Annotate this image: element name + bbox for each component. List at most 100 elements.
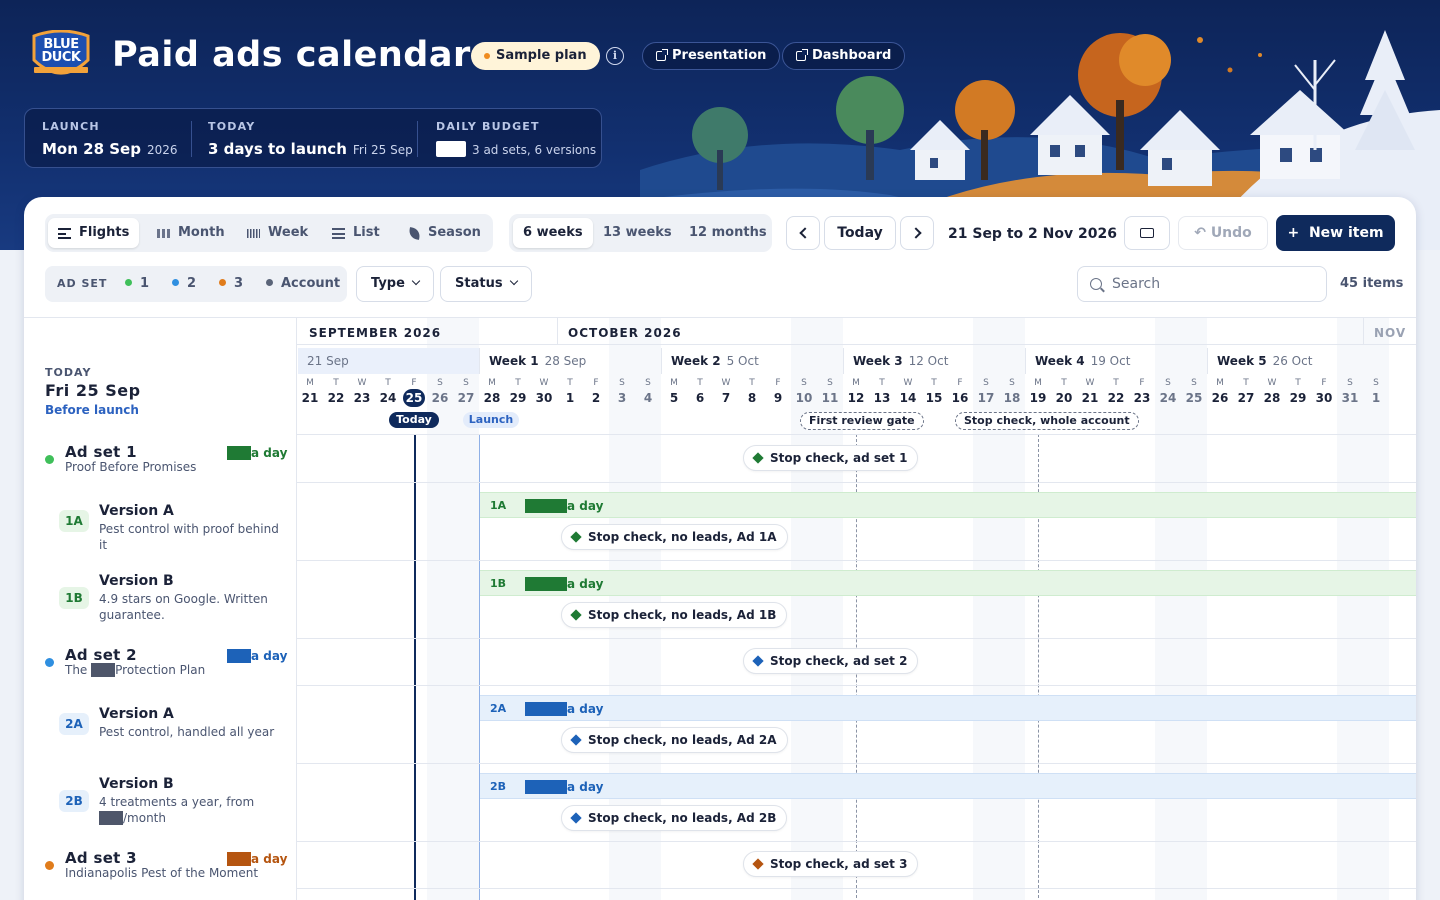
- day-number[interactable]: 26: [1207, 390, 1233, 406]
- day-number[interactable]: 7: [713, 390, 739, 406]
- flight-bar-1a[interactable]: 1A a day: [480, 492, 1416, 518]
- view-month-button[interactable]: Month: [147, 218, 235, 248]
- day-number[interactable]: 16: [947, 390, 973, 406]
- budget-suffix: a day: [251, 852, 288, 866]
- day-number[interactable]: 6: [687, 390, 713, 406]
- day-number[interactable]: 25: [1181, 390, 1207, 406]
- dashboard-button[interactable]: Dashboard: [782, 42, 906, 70]
- version-row-1a[interactable]: 1A Version A Pest control with proof beh…: [24, 482, 297, 560]
- milestone-stop-check-adset-2[interactable]: Stop check, ad set 2: [743, 648, 919, 674]
- presentation-button[interactable]: Presentation: [642, 42, 781, 70]
- day-number[interactable]: 30: [531, 390, 557, 406]
- milestone-stop-check-1a[interactable]: Stop check, no leads, Ad 1A: [561, 524, 788, 550]
- day-number[interactable]: 4: [635, 390, 661, 406]
- milestone-stop-check-adset-1[interactable]: Stop check, ad set 1: [743, 445, 919, 471]
- info-icon[interactable]: i: [606, 47, 624, 65]
- week-label[interactable]: Week 4 19 Oct: [1035, 353, 1130, 369]
- undo-button[interactable]: ↶ Undo: [1178, 216, 1268, 250]
- day-number[interactable]: 8: [739, 390, 765, 406]
- new-item-button[interactable]: + New item: [1276, 215, 1395, 251]
- external-link-icon: [796, 49, 808, 61]
- day-number[interactable]: 23: [1129, 390, 1155, 406]
- adset-row-3[interactable]: Ad set 3 Indianapolis Pest of the Moment…: [24, 841, 297, 888]
- week-divider: [661, 348, 662, 374]
- milestone-stop-check-1b[interactable]: Stop check, no leads, Ad 1B: [561, 602, 788, 628]
- view-season-button[interactable]: Season: [399, 218, 491, 248]
- day-number[interactable]: 14: [895, 390, 921, 406]
- range-13-weeks-button[interactable]: 13 weeks: [593, 218, 682, 248]
- day-number[interactable]: 21: [297, 390, 323, 406]
- version-row-2b[interactable]: 2B Version B 4 treatments a year, from/m…: [24, 763, 297, 841]
- day-number[interactable]: 29: [1285, 390, 1311, 406]
- version-row-2a[interactable]: 2A Version A Pest control, handled all y…: [24, 685, 297, 763]
- day-number[interactable]: 20: [1051, 390, 1077, 406]
- day-number[interactable]: 9: [765, 390, 791, 406]
- day-number[interactable]: 17: [973, 390, 999, 406]
- day-number[interactable]: 1: [1363, 390, 1389, 406]
- day-number[interactable]: 13: [869, 390, 895, 406]
- day-number[interactable]: 23: [349, 390, 375, 406]
- day-number[interactable]: 27: [1233, 390, 1259, 406]
- filter-set-1[interactable]: 1: [125, 266, 149, 302]
- week-label[interactable]: Week 5 26 Oct: [1217, 353, 1312, 369]
- filter-account[interactable]: Account: [266, 266, 340, 302]
- item-count: 45 items: [1340, 276, 1404, 291]
- day-number[interactable]: 21: [1077, 390, 1103, 406]
- range-6-weeks-button[interactable]: 6 weeks: [513, 218, 593, 248]
- day-number[interactable]: 22: [1103, 390, 1129, 406]
- view-flights-button[interactable]: Flights: [48, 218, 140, 248]
- day-number[interactable]: 3: [609, 390, 635, 406]
- milestone-stop-check-2a[interactable]: Stop check, no leads, Ad 2A: [561, 727, 788, 753]
- day-number[interactable]: 25: [401, 390, 427, 406]
- flight-bar-2b[interactable]: 2B a day: [480, 773, 1416, 799]
- range-12-months-button[interactable]: 12 months: [679, 218, 777, 248]
- version-row-1b[interactable]: 1B Version B 4.9 stars on Google. Writte…: [24, 560, 297, 638]
- view-week-button[interactable]: Week: [237, 218, 318, 248]
- milestone-stop-check-2b[interactable]: Stop check, no leads, Ad 2B: [561, 805, 788, 831]
- day-number[interactable]: 24: [375, 390, 401, 406]
- day-number[interactable]: 19: [1025, 390, 1051, 406]
- week-label[interactable]: Week 1 28 Sep: [489, 353, 586, 369]
- day-number[interactable]: 24: [1155, 390, 1181, 406]
- day-number[interactable]: 11: [817, 390, 843, 406]
- previous-button[interactable]: [786, 216, 820, 250]
- day-number[interactable]: 12: [843, 390, 869, 406]
- filter-set-3[interactable]: 3: [219, 266, 243, 302]
- view-list-button[interactable]: List: [322, 218, 390, 248]
- week-divider: [1025, 348, 1026, 374]
- milestone-stop-check-adset-3[interactable]: Stop check, ad set 3: [743, 851, 919, 877]
- day-number[interactable]: 15: [921, 390, 947, 406]
- day-number[interactable]: 28: [1259, 390, 1285, 406]
- diamond-icon: [752, 452, 764, 464]
- day-number[interactable]: 30: [1311, 390, 1337, 406]
- adset-row-2[interactable]: Ad set 2 The Protection Plan a day: [24, 638, 297, 685]
- first-review-gate-tag[interactable]: First review gate: [800, 412, 924, 430]
- filter-set-2[interactable]: 2: [172, 266, 196, 302]
- day-number[interactable]: 2: [583, 390, 609, 406]
- whole-account-stop-check-tag[interactable]: Stop check, whole account: [955, 412, 1139, 430]
- day-number[interactable]: 5: [661, 390, 687, 406]
- day-number[interactable]: 10: [791, 390, 817, 406]
- day-number[interactable]: 22: [323, 390, 349, 406]
- day-number[interactable]: 26: [427, 390, 453, 406]
- search-input[interactable]: [1112, 267, 1317, 301]
- day-number[interactable]: 31: [1337, 390, 1363, 406]
- week-label[interactable]: Week 2 5 Oct: [671, 353, 759, 369]
- redacted-budget-amount: [525, 780, 567, 794]
- day-number[interactable]: 28: [479, 390, 505, 406]
- day-number[interactable]: 18: [999, 390, 1025, 406]
- day-number[interactable]: 1: [557, 390, 583, 406]
- adset-row-1[interactable]: Ad set 1 Proof Before Promises a day: [24, 435, 297, 482]
- day-number[interactable]: 27: [453, 390, 479, 406]
- keyboard-shortcuts-button[interactable]: [1124, 216, 1170, 250]
- status-dropdown[interactable]: Status: [440, 266, 532, 302]
- day-number[interactable]: 29: [505, 390, 531, 406]
- today-button[interactable]: Today: [824, 216, 896, 250]
- flight-bar-1b[interactable]: 1B a day: [480, 570, 1416, 596]
- week-label[interactable]: Week 3 12 Oct: [853, 353, 948, 369]
- type-dropdown[interactable]: Type: [356, 266, 434, 302]
- next-button[interactable]: [900, 216, 934, 250]
- today-summary: TODAY Fri 25 Sep Before launch: [45, 366, 141, 418]
- flight-bar-2a[interactable]: 2A a day: [480, 695, 1416, 721]
- brand-logo-ribbon: [34, 67, 88, 73]
